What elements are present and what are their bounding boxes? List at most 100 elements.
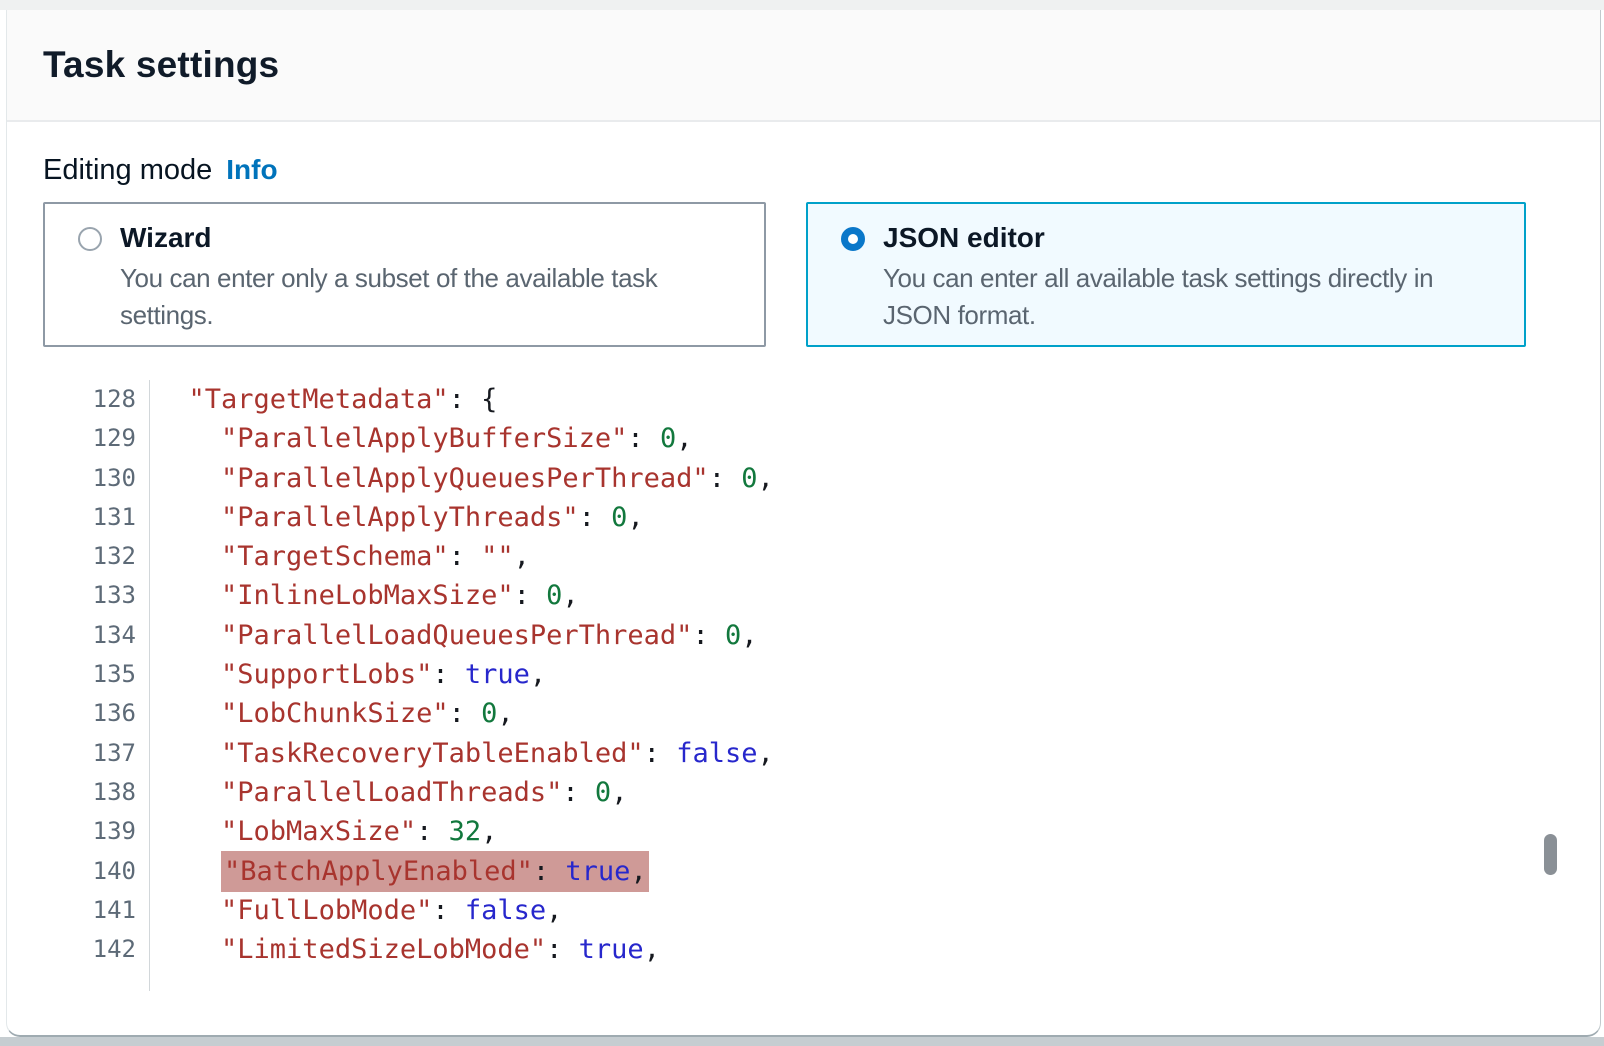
code-token: false [465, 895, 546, 926]
panel-content: Editing mode Info Wizard You can enter o… [7, 154, 1600, 991]
code-token: 0 [660, 423, 676, 454]
code-token [156, 895, 221, 926]
code-token: , [562, 580, 578, 611]
code-token: true [579, 934, 644, 965]
tile-wizard-label: Wizard [120, 219, 746, 257]
code-token [156, 463, 221, 494]
code-line[interactable]: "TargetMetadata": { [156, 380, 1600, 419]
line-number: 133 [43, 576, 149, 615]
editing-mode-row: Editing mode Info [43, 154, 1600, 187]
code-token: , [741, 620, 757, 651]
code-token: , [630, 856, 646, 887]
code-line[interactable]: "ParallelApplyBufferSize": 0, [156, 419, 1600, 458]
code-token: "LobChunkSize" [221, 698, 449, 729]
info-link[interactable]: Info [226, 154, 277, 186]
code-token: "ParallelApplyQueuesPerThread" [221, 463, 709, 494]
page-background-bottom [0, 1037, 1604, 1046]
json-code-editor[interactable]: 1281291301311321331341351361371381391401… [43, 380, 1600, 991]
code-token: "ParallelLoadThreads" [221, 777, 562, 808]
page-background-top [0, 0, 1604, 10]
code-token: 0 [741, 463, 757, 494]
code-token: false [676, 738, 757, 769]
tile-wizard-description: You can enter only a subset of the avail… [120, 260, 746, 334]
code-token: : [449, 698, 482, 729]
code-token: "BatchApplyEnabled" [224, 856, 533, 887]
code-token: : [627, 423, 660, 454]
code-token: : [514, 580, 547, 611]
page-title: Task settings [43, 44, 279, 86]
code-line[interactable]: "BatchApplyEnabled": true, [156, 852, 1600, 891]
tile-wizard[interactable]: Wizard You can enter only a subset of th… [43, 202, 766, 347]
code-line[interactable]: "ParallelApplyThreads": 0, [156, 498, 1600, 537]
code-line[interactable]: "ParallelLoadThreads": 0, [156, 773, 1600, 812]
panel-header: Task settings [7, 10, 1600, 122]
code-token: , [481, 816, 497, 847]
code-token: "FullLobMode" [221, 895, 432, 926]
code-token: : { [449, 384, 498, 415]
code-line[interactable]: "TaskRecoveryTableEnabled": false, [156, 734, 1600, 773]
code-token: : [432, 895, 465, 926]
radio-wizard[interactable] [78, 227, 102, 251]
radio-json-editor[interactable] [841, 227, 865, 251]
code-token: : [432, 659, 465, 690]
code-token: 0 [725, 620, 741, 651]
code-line[interactable]: "FullLobMode": false, [156, 891, 1600, 930]
tile-json-editor[interactable]: JSON editor You can enter all available … [806, 202, 1526, 347]
code-token: "ParallelApplyBufferSize" [221, 423, 627, 454]
code-token: "TargetSchema" [221, 541, 449, 572]
vertical-scrollbar-thumb[interactable] [1544, 834, 1557, 875]
code-line[interactable]: "LobMaxSize": 32, [156, 812, 1600, 851]
line-number: 135 [43, 655, 149, 694]
code-token: , [644, 934, 660, 965]
code-token [156, 934, 221, 965]
code-token: "ParallelLoadQueuesPerThread" [221, 620, 692, 651]
code-token: "" [481, 541, 514, 572]
code-token: 0 [595, 777, 611, 808]
code-token: : [579, 502, 612, 533]
line-number: 130 [43, 459, 149, 498]
code-lines[interactable]: "TargetMetadata": { "ParallelApplyBuffer… [150, 380, 1600, 991]
code-token [156, 698, 221, 729]
code-line[interactable]: "TargetSchema": "", [156, 537, 1600, 576]
code-line[interactable]: "LimitedSizeLobMode": true, [156, 930, 1600, 969]
code-token: "ParallelApplyThreads" [221, 502, 579, 533]
code-line[interactable]: "InlineLobMaxSize": 0, [156, 576, 1600, 615]
code-token: 0 [611, 502, 627, 533]
code-token: true [565, 856, 630, 887]
tile-json-editor-label: JSON editor [883, 219, 1506, 257]
line-number: 129 [43, 419, 149, 458]
line-number: 138 [43, 773, 149, 812]
code-token [156, 738, 221, 769]
code-token [156, 777, 221, 808]
code-token: true [465, 659, 530, 690]
code-token: "TaskRecoveryTableEnabled" [221, 738, 644, 769]
code-token: 0 [481, 698, 497, 729]
code-line[interactable]: "ParallelLoadQueuesPerThread": 0, [156, 616, 1600, 655]
code-token: , [757, 463, 773, 494]
code-token: , [546, 895, 562, 926]
line-number: 132 [43, 537, 149, 576]
code-token: 32 [449, 816, 482, 847]
code-token [156, 816, 221, 847]
code-token [156, 502, 221, 533]
code-token: : [533, 856, 566, 887]
line-number: 141 [43, 891, 149, 930]
line-number: 137 [43, 734, 149, 773]
code-token [156, 541, 221, 572]
tile-json-editor-description: You can enter all available task setting… [883, 260, 1506, 334]
code-line[interactable]: "ParallelApplyQueuesPerThread": 0, [156, 459, 1600, 498]
code-token: "TargetMetadata" [189, 384, 449, 415]
code-token: , [530, 659, 546, 690]
code-token: , [514, 541, 530, 572]
code-token [156, 580, 221, 611]
task-settings-panel: Task settings Editing mode Info Wizard Y… [6, 10, 1601, 1037]
code-token: "LobMaxSize" [221, 816, 416, 847]
code-line[interactable]: "LobChunkSize": 0, [156, 694, 1600, 733]
editing-mode-label: Editing mode [43, 154, 212, 187]
code-token: , [627, 502, 643, 533]
code-token [156, 423, 221, 454]
code-token: : [692, 620, 725, 651]
code-token [156, 856, 221, 887]
editing-mode-tiles: Wizard You can enter only a subset of th… [43, 202, 1600, 347]
code-line[interactable]: "SupportLobs": true, [156, 655, 1600, 694]
